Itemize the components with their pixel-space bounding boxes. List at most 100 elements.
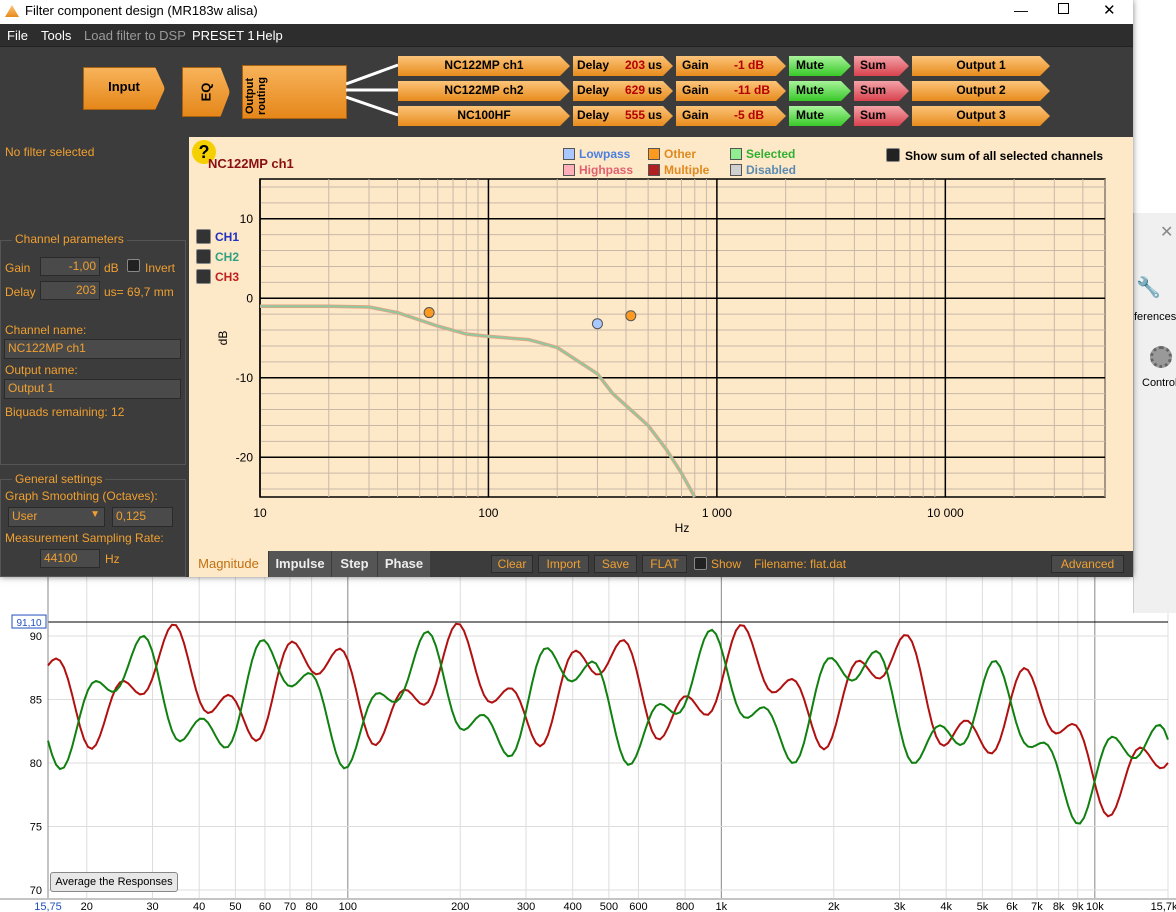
bg-x-tick: 200 (451, 901, 469, 912)
x-tick-label: 10 (253, 506, 267, 520)
bg-x-tick: 70 (284, 901, 296, 912)
output-name-input[interactable]: Output 1 (4, 379, 181, 399)
close-icon[interactable]: ✕ (1160, 222, 1173, 242)
mute-block[interactable]: Mute (789, 81, 851, 101)
x-tick-label: 1 000 (702, 506, 732, 520)
eq-block[interactable]: EQ (182, 67, 230, 117)
smoothing-input[interactable]: 0,125 (112, 507, 173, 527)
menu-tools[interactable]: Tools (41, 28, 71, 43)
delay-block[interactable]: Delay 203 us (573, 56, 673, 76)
delay-value: 203 (625, 58, 646, 72)
delay-unit: us (648, 83, 663, 97)
filter-marker[interactable] (423, 307, 435, 319)
close-icon[interactable]: ✕ (1103, 1, 1116, 19)
sum-block[interactable]: Sum (854, 106, 909, 126)
gain-input[interactable]: -1,00 (40, 257, 100, 276)
save-button[interactable]: Save (594, 555, 637, 573)
delay-block[interactable]: Delay 555 us (573, 106, 673, 126)
filter-marker[interactable] (591, 318, 603, 330)
mute-block[interactable]: Mute (789, 106, 851, 126)
menu-load-filter[interactable]: Load filter to DSP (84, 28, 186, 43)
mute-block[interactable]: Mute (789, 56, 851, 76)
sampling-input[interactable]: 44100 (40, 549, 100, 568)
wrench-icon[interactable]: 🔧 (1136, 275, 1161, 300)
channel-block[interactable]: NC100HF (398, 106, 570, 126)
bg-x-tick: 2k (828, 901, 840, 912)
control-label[interactable]: Control (1142, 377, 1176, 389)
flat-button[interactable]: FLAT (642, 555, 687, 573)
bg-x-tick: 40 (193, 901, 205, 912)
channel-name-input[interactable]: NC122MP ch1 (4, 339, 181, 359)
bg-x-tick: 9k (1072, 901, 1084, 912)
gain-value: -11 dB (734, 83, 771, 97)
gain-block[interactable]: Gain -1 dB (676, 56, 786, 76)
sum-block[interactable]: Sum (854, 56, 909, 76)
y-axis-label: dB (216, 331, 230, 346)
plot-area (259, 178, 1106, 498)
bg-cursor-value: 91,10 (16, 618, 41, 629)
y-tick-label: 0 (246, 291, 253, 305)
menu-preset[interactable]: PRESET 1 (192, 28, 255, 43)
minimize-icon[interactable]: — (1014, 2, 1028, 18)
maximize-icon[interactable] (1058, 3, 1069, 14)
sum-block[interactable]: Sum (854, 81, 909, 101)
menu-file[interactable]: File (7, 28, 28, 43)
gain-label: Gain (682, 83, 709, 97)
preferences-label[interactable]: ferences (1134, 311, 1176, 323)
no-filter-label: No filter selected (5, 145, 95, 159)
bg-x-tick: 15,7kH (1151, 901, 1176, 912)
graph-bottom-bar: Magnitude Impulse Step Phase Clear Impor… (189, 551, 1133, 577)
bg-y-tick: 75 (30, 822, 42, 834)
advanced-button[interactable]: Advanced (1051, 555, 1124, 573)
gain-block[interactable]: Gain -11 dB (676, 81, 786, 101)
tab-impulse[interactable]: Impulse (269, 551, 331, 577)
bg-x-tick: 8k (1053, 901, 1065, 912)
output-name-label: Output name: (5, 363, 78, 377)
menu-bar: File Tools Load filter to DSP PRESET 1 H… (0, 24, 1133, 47)
tab-magnitude[interactable]: Magnitude (189, 551, 268, 577)
gain-label: Gain (5, 261, 31, 275)
gain-label: Gain (682, 108, 709, 122)
app-icon (5, 5, 19, 17)
invert-checkbox[interactable] (127, 259, 140, 272)
output-routing-block[interactable]: Output routing (242, 65, 347, 119)
bg-x-tick: 60 (259, 901, 271, 912)
filter-marker[interactable] (625, 310, 637, 322)
smoothing-select[interactable]: User ▼ (8, 507, 105, 527)
sampling-unit: Hz (105, 552, 120, 566)
magnitude-plot[interactable]: 100-10-2010 100 1 000 10 000dBHz (189, 137, 1133, 551)
bg-x-tick: 400 (564, 901, 582, 912)
output-block[interactable]: Output 2 (912, 81, 1050, 101)
channel-block[interactable]: NC122MP ch1 (398, 56, 570, 76)
gain-unit: dB (104, 261, 119, 275)
bg-x-tick: 3k (894, 901, 906, 912)
input-block[interactable]: Input (83, 67, 165, 110)
gain-label: Gain (682, 58, 709, 72)
channel-block[interactable]: NC122MP ch2 (398, 81, 570, 101)
eq-label: EQ (197, 82, 213, 102)
title-bar: Filter component design (MR183w alisa) —… (0, 0, 1133, 24)
delay-block[interactable]: Delay 629 us (573, 81, 673, 101)
menu-help[interactable]: Help (256, 28, 283, 43)
delay-input[interactable]: 203 (40, 281, 100, 300)
show-label: Show (711, 557, 742, 571)
channel-name: NC122MP ch2 (444, 83, 524, 97)
bg-x-tick: 100 (339, 901, 357, 912)
clear-button[interactable]: Clear (491, 555, 533, 573)
show-checkbox[interactable] (694, 557, 707, 570)
bg-x-tick: 4k (940, 901, 952, 912)
delay-label: Delay (577, 83, 610, 97)
import-button[interactable]: Import (538, 555, 589, 573)
output-block[interactable]: Output 3 (912, 106, 1050, 126)
bg-x-tick: 50 (229, 901, 241, 912)
output-block[interactable]: Output 1 (912, 56, 1050, 76)
tab-step[interactable]: Step (332, 551, 377, 577)
bg-x-tick: 800 (676, 901, 694, 912)
average-responses-button[interactable]: Average the Responses (50, 872, 178, 892)
gain-block[interactable]: Gain -5 dB (676, 106, 786, 126)
tab-phase[interactable]: Phase (378, 551, 430, 577)
magnitude-graph-panel: ? NC122MP ch1 Lowpass Highpass Other Mul… (189, 137, 1133, 551)
window-title: Filter component design (MR183w alisa) (25, 3, 258, 18)
gain-value: -1 dB (734, 58, 764, 72)
gear-icon[interactable] (1150, 346, 1172, 368)
